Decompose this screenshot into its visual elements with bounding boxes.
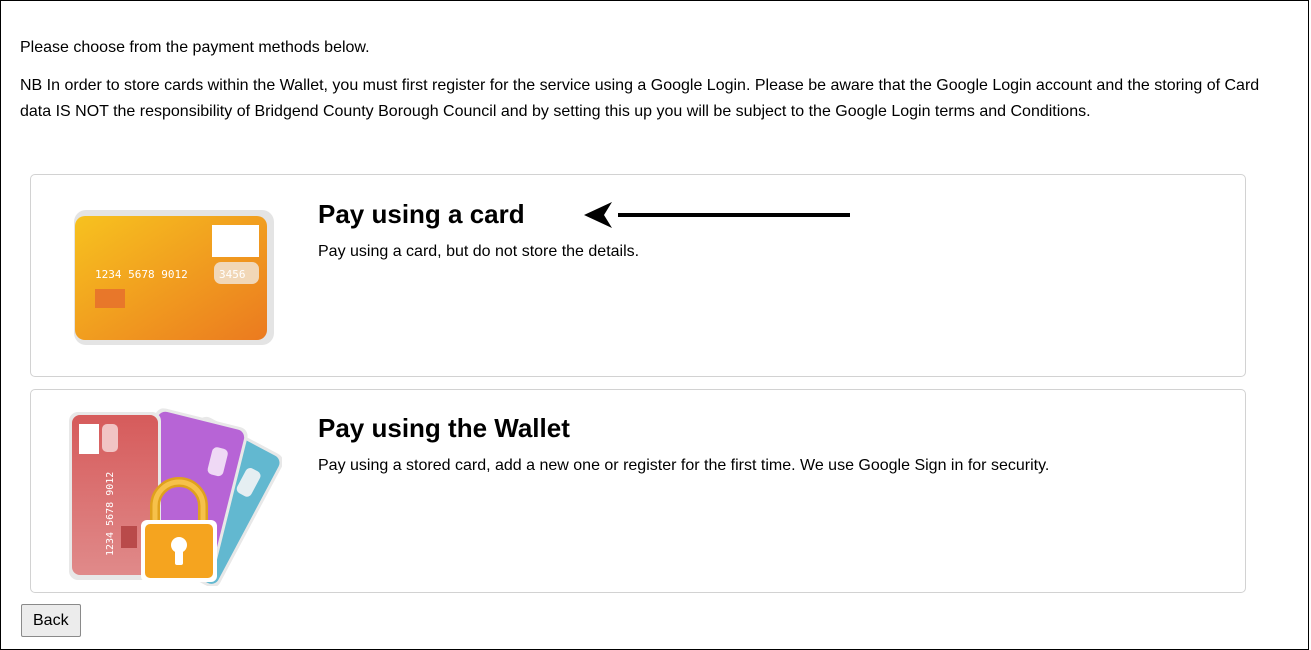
back-button[interactable]: Back bbox=[21, 604, 81, 637]
credit-card-icon: 1234 5678 9012 3456 bbox=[74, 210, 274, 345]
intro-instruction: Please choose from the payment methods b… bbox=[20, 39, 370, 56]
pay-by-card-description: Pay using a card, but do not store the d… bbox=[318, 243, 640, 260]
wallet-card-number-text: 1234 5678 9012 bbox=[105, 472, 116, 556]
arrow-left-icon bbox=[584, 202, 850, 228]
pay-by-card-title[interactable]: Pay using a card bbox=[318, 198, 525, 230]
card-number-text: 1234 5678 9012 bbox=[95, 268, 188, 281]
pay-by-wallet-option[interactable]: 1234 5678 9012 Pay using the Wallet Pay … bbox=[30, 389, 1246, 593]
intro-nb-notice: NB In order to store cards within the Wa… bbox=[20, 77, 1260, 120]
wallet-lock-icon: 1234 5678 9012 bbox=[69, 408, 282, 586]
pay-by-wallet-description: Pay using a stored card, add a new one o… bbox=[318, 457, 1050, 474]
intro-text: Please choose from the payment methods b… bbox=[20, 35, 1290, 125]
card-cvv-text: 3456 bbox=[219, 268, 246, 281]
pay-by-wallet-title[interactable]: Pay using the Wallet bbox=[318, 412, 570, 444]
